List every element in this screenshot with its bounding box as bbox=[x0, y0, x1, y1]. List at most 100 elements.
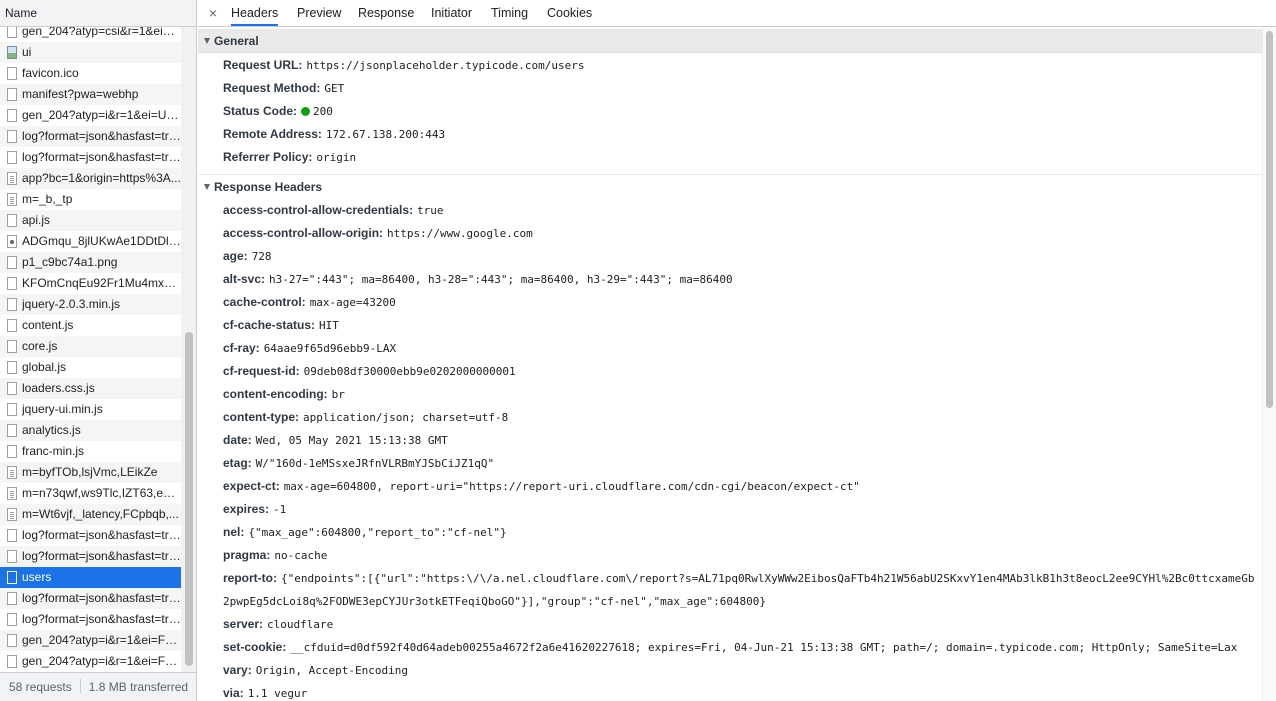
response-header-row: cf-cache-status: HIT bbox=[198, 314, 1262, 337]
response-header-row: cf-request-id: 09deb08df30000ebb9e0202000… bbox=[198, 360, 1262, 383]
request-row[interactable]: users bbox=[0, 567, 181, 588]
request-name: loaders.css.js bbox=[22, 381, 95, 395]
file-icon bbox=[7, 151, 17, 164]
tab-preview[interactable]: Preview bbox=[297, 0, 341, 26]
tab-cookies[interactable]: Cookies bbox=[547, 0, 592, 26]
collapse-triangle-icon bbox=[204, 38, 210, 44]
response-header-key: expect-ct: bbox=[223, 479, 280, 493]
tab-initiator[interactable]: Initiator bbox=[431, 0, 472, 26]
request-method-row: Request Method: GET bbox=[198, 77, 1262, 100]
image-file-icon bbox=[7, 46, 17, 59]
response-header-row: set-cookie: __cfduid=d0df592f40d64adeb002… bbox=[198, 636, 1262, 659]
transferred-size: 1.8 MB transferred bbox=[88, 680, 189, 694]
referrer-policy-row: Referrer Policy: origin bbox=[198, 146, 1262, 169]
remote-address-row: Remote Address: 172.67.138.200:443 bbox=[198, 123, 1262, 146]
request-name: log?format=json&hasfast=tru... bbox=[22, 129, 181, 143]
response-headers-section-header[interactable]: Response Headers bbox=[198, 175, 1262, 199]
request-row[interactable]: manifest?pwa=webhp bbox=[0, 84, 181, 105]
file-icon bbox=[7, 319, 17, 332]
request-name: favicon.ico bbox=[22, 66, 79, 80]
request-row[interactable]: ADGmqu_8jlUKwAe1DDtDlx... bbox=[0, 231, 181, 252]
request-list-panel: gen_204?atyp=csi&r=1&ei=F... ui favicon.ic… bbox=[0, 0, 197, 701]
request-row[interactable]: log?format=json&hasfast=tru... bbox=[0, 147, 181, 168]
document-file-icon bbox=[7, 508, 17, 521]
request-row[interactable]: m=n73qwf,ws9Tlc,IZT63,e5q... bbox=[0, 483, 181, 504]
request-list: gen_204?atyp=csi&r=1&ei=F... ui favicon.ic… bbox=[0, 21, 181, 672]
request-name: analytics.js bbox=[22, 423, 81, 437]
request-name: log?format=json&hasfast=tru... bbox=[22, 612, 181, 626]
details-scrollbar-thumb[interactable] bbox=[1266, 31, 1273, 408]
request-row[interactable]: log?format=json&hasfast=tru... bbox=[0, 525, 181, 546]
response-header-row: age: 728 bbox=[198, 245, 1262, 268]
request-row[interactable]: ui bbox=[0, 42, 181, 63]
request-details-panel: × Headers Preview Response Initiator Tim… bbox=[198, 0, 1276, 701]
response-header-key: set-cookie: bbox=[223, 640, 287, 654]
request-row[interactable]: log?format=json&hasfast=tru... bbox=[0, 126, 181, 147]
response-header-row: access-control-allow-credentials: true bbox=[198, 199, 1262, 222]
response-header-value: true bbox=[417, 204, 444, 217]
response-header-value: __cfduid=d0df592f40d64adeb00255a4672f2a6… bbox=[290, 641, 1238, 654]
response-header-value: Origin, Accept-Encoding bbox=[255, 664, 409, 677]
response-headers-section-title: Response Headers bbox=[214, 180, 323, 194]
response-header-row: content-encoding: br bbox=[198, 383, 1262, 406]
request-row[interactable]: content.js bbox=[0, 315, 181, 336]
request-row[interactable]: gen_204?atyp=i&r=1&ei=UrO... bbox=[0, 105, 181, 126]
response-header-row: content-type: application/json; charset=u… bbox=[198, 406, 1262, 429]
request-list-scrollbar[interactable] bbox=[181, 27, 196, 672]
request-name: gen_204?atyp=i&r=1&ei=UrO... bbox=[22, 108, 181, 122]
request-row[interactable]: analytics.js bbox=[0, 420, 181, 441]
file-icon bbox=[7, 445, 17, 458]
response-header-value: Wed, 05 May 2021 15:13:38 GMT bbox=[255, 434, 448, 447]
document-file-icon bbox=[7, 172, 17, 185]
file-icon bbox=[7, 256, 17, 269]
response-header-value: {"endpoints":[{"url":"https:\/\/a.nel.cl… bbox=[223, 572, 1255, 608]
referrer-policy-label: Referrer Policy: bbox=[223, 150, 313, 164]
request-row[interactable]: p1_c9bc74a1.png bbox=[0, 252, 181, 273]
response-header-key: content-encoding: bbox=[223, 387, 328, 401]
response-header-key: report-to: bbox=[223, 571, 277, 585]
response-header-row: server: cloudflare bbox=[198, 613, 1262, 636]
tab-timing[interactable]: Timing bbox=[491, 0, 528, 26]
request-row[interactable]: franc-min.js bbox=[0, 441, 181, 462]
response-header-row: cache-control: max-age=43200 bbox=[198, 291, 1262, 314]
response-header-key: access-control-allow-origin: bbox=[223, 226, 384, 240]
file-icon bbox=[7, 340, 17, 353]
details-scrollbar[interactable] bbox=[1262, 27, 1276, 701]
request-row[interactable]: log?format=json&hasfast=tru... bbox=[0, 609, 181, 630]
remote-address-label: Remote Address: bbox=[223, 127, 322, 141]
request-row[interactable]: app?bc=1&origin=https%3A... bbox=[0, 168, 181, 189]
request-row[interactable]: m=Wt6vjf,_latency,FCpbqb,... bbox=[0, 504, 181, 525]
tab-headers[interactable]: Headers bbox=[231, 0, 279, 26]
response-header-value: no-cache bbox=[274, 549, 328, 562]
file-icon bbox=[7, 529, 17, 542]
request-row[interactable]: log?format=json&hasfast=tru... bbox=[0, 546, 181, 567]
request-row[interactable]: core.js bbox=[0, 336, 181, 357]
document-file-icon bbox=[7, 466, 17, 479]
request-row[interactable]: log?format=json&hasfast=tru... bbox=[0, 588, 181, 609]
close-icon[interactable]: × bbox=[206, 4, 220, 22]
response-header-row: expect-ct: max-age=604800, report-uri="ht… bbox=[198, 475, 1262, 498]
request-row[interactable]: api.js bbox=[0, 210, 181, 231]
request-row[interactable]: jquery-ui.min.js bbox=[0, 399, 181, 420]
request-row[interactable]: favicon.ico bbox=[0, 63, 181, 84]
response-header-value: h3-27=":443"; ma=86400, h3-28=":443"; ma… bbox=[269, 273, 733, 286]
request-name: core.js bbox=[22, 339, 58, 353]
request-row[interactable]: global.js bbox=[0, 357, 181, 378]
response-header-key: vary: bbox=[223, 663, 252, 677]
request-row[interactable]: m=byfTOb,lsjVmc,LEikZe bbox=[0, 462, 181, 483]
name-column-header[interactable]: Name bbox=[0, 0, 196, 27]
response-header-value: https://www.google.com bbox=[387, 227, 533, 240]
request-row[interactable]: KFOmCnqEu92Fr1Mu4mxKK... bbox=[0, 273, 181, 294]
details-tab-bar: × Headers Preview Response Initiator Tim… bbox=[198, 0, 1276, 27]
request-row[interactable]: jquery-2.0.3.min.js bbox=[0, 294, 181, 315]
request-list-scrollbar-thumb[interactable] bbox=[185, 332, 193, 666]
tab-response[interactable]: Response bbox=[358, 0, 414, 26]
request-row[interactable]: m=_b,_tp bbox=[0, 189, 181, 210]
response-header-row: vary: Origin, Accept-Encoding bbox=[198, 659, 1262, 682]
response-header-value: 728 bbox=[251, 250, 272, 263]
general-section-header[interactable]: General bbox=[198, 29, 1262, 53]
request-row[interactable]: gen_204?atyp=i&r=1&ei=F7a... bbox=[0, 630, 181, 651]
request-row[interactable]: loaders.css.js bbox=[0, 378, 181, 399]
request-row[interactable]: gen_204?atyp=i&r=1&ei=F7a... bbox=[0, 651, 181, 672]
response-header-value: {"max_age":604800,"report_to":"cf-nel"} bbox=[248, 526, 507, 539]
